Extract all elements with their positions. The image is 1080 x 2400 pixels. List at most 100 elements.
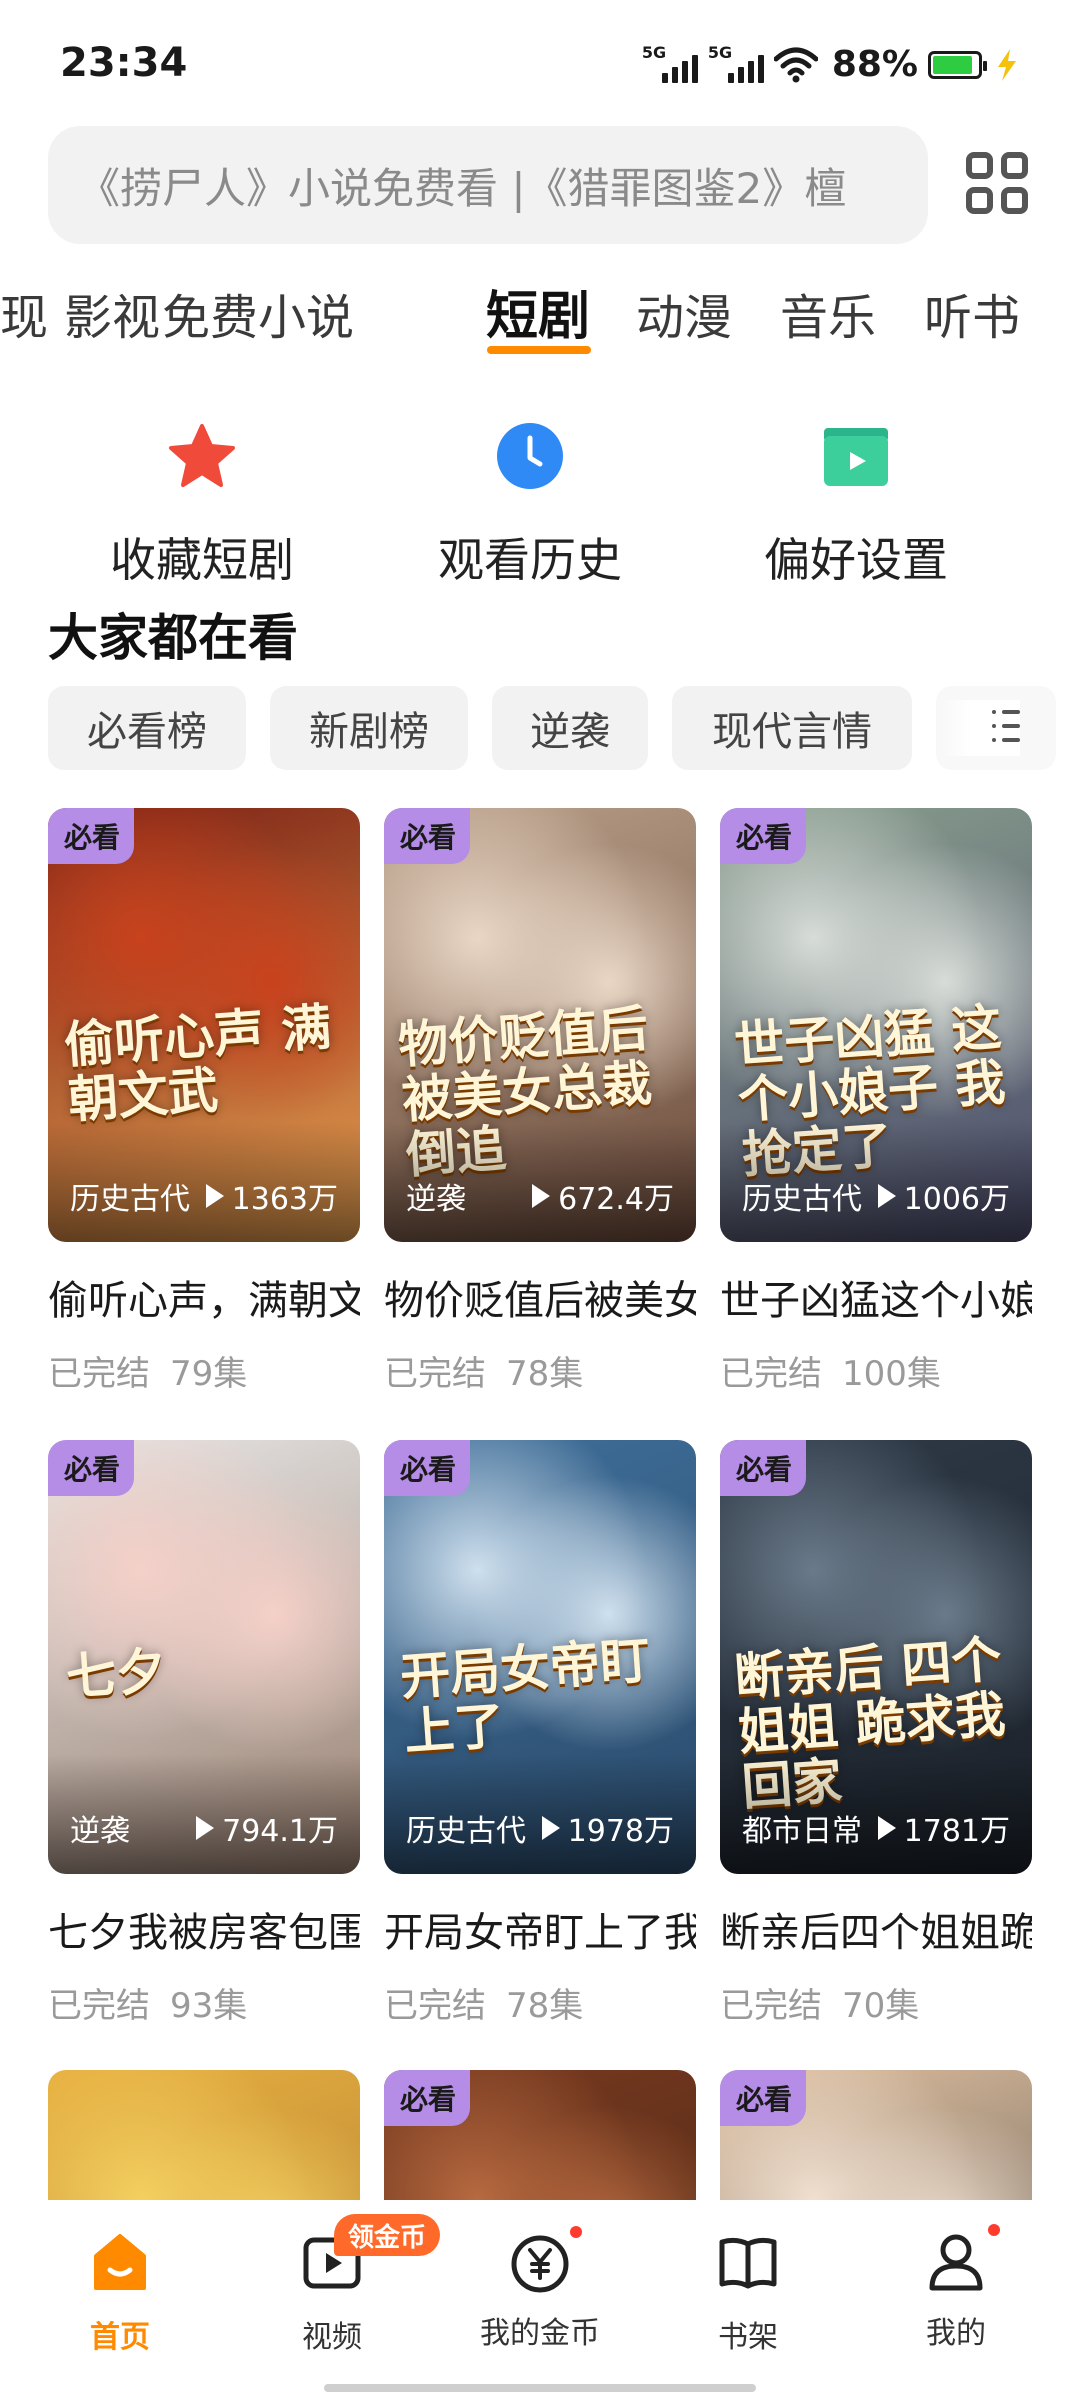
drama-card[interactable]: 开局女帝盯上了 必看 历史古代 1978万 开局女帝盯上了我 已完结 78集 (384, 1440, 696, 2027)
drama-meta: 已完结 100集 (720, 1346, 1032, 1395)
drama-poster[interactable]: 世子凶猛 这个小娘子 我抢定了 必看 历史古代 1006万 (720, 808, 1032, 1242)
drama-title[interactable]: 偷听心声，满朝文武 (48, 1268, 360, 1326)
tab-film-tv[interactable]: 影视 (64, 278, 160, 348)
nav-profile-label: 我的 (926, 2316, 986, 2351)
drama-poster[interactable]: 断亲后 四个姐姐 跪求我回家 必看 都市日常 1781万 (720, 1440, 1032, 1874)
genre-label: 历史古代 (742, 1182, 862, 1217)
category-tabs: 现 影视 免费小说 短剧 动漫 音乐 听书 (0, 270, 1080, 360)
status-time: 23:34 (60, 40, 188, 86)
nav-video-label: 视频 (302, 2320, 362, 2355)
play-icon (877, 1184, 896, 1208)
view-count: 794.1万 (196, 1806, 338, 1850)
genre-label: 历史古代 (70, 1182, 190, 1217)
must-watch-badge: 必看 (720, 808, 807, 864)
view-count: 672.4万 (532, 1174, 674, 1218)
drama-poster[interactable]: 七夕 必看 逆袭 794.1万 (48, 1440, 360, 1874)
drama-meta: 已完结 93集 (48, 1978, 360, 2027)
must-watch-badge: 必看 (48, 1440, 135, 1496)
drama-title[interactable]: 断亲后四个姐姐跪求我回家 (720, 1900, 1032, 1958)
drama-poster[interactable]: 物价贬值后 被美女总裁倒追 必看 逆袭 672.4万 (384, 808, 696, 1242)
profile-icon (924, 2224, 1000, 2294)
nav-profile[interactable]: 我的 (876, 2224, 1036, 2352)
drama-title[interactable]: 世子凶猛这个小娘子 (720, 1268, 1032, 1326)
drama-status: 已完结 (720, 1354, 822, 1394)
tab-free-novels[interactable]: 免费小说 (162, 278, 354, 348)
home-indicator[interactable] (324, 2384, 756, 2392)
drama-card[interactable]: 偷听心声 满朝文武 必看 历史古代 1363万 偷听心声，满朝文武 已完结 79集 (48, 808, 360, 1395)
view-count-value: 1363万 (231, 1182, 338, 1217)
preferences-label: 偏好设置 (764, 533, 948, 587)
drama-poster[interactable]: 偷听心声 满朝文武 必看 历史古代 1363万 (48, 808, 360, 1242)
view-count-value: 1781万 (903, 1814, 1010, 1849)
video-folder-icon (824, 428, 888, 486)
tab-short-drama[interactable]: 短剧 (486, 274, 590, 349)
drama-card[interactable]: 断亲后 四个姐姐 跪求我回家 必看 都市日常 1781万 断亲后四个姐姐跪求我回… (720, 1440, 1032, 2027)
drama-title[interactable]: 开局女帝盯上了我 (384, 1900, 696, 1958)
drama-card[interactable]: 世子凶猛 这个小娘子 我抢定了 必看 历史古代 1006万 世子凶猛这个小娘子 … (720, 808, 1032, 1395)
signal-icon: 5G (642, 43, 698, 83)
earn-coins-badge[interactable]: 领金币 (334, 2214, 441, 2256)
view-count: 1363万 (205, 1174, 338, 1218)
nav-my-coins[interactable]: 我的金币 (460, 2226, 620, 2352)
drama-episodes: 100集 (842, 1354, 941, 1394)
filter-chip[interactable]: 逆袭 (492, 686, 648, 770)
search-input[interactable]: 《捞尸人》小说免费看 |《猎罪图鉴2》檀 (48, 126, 928, 244)
tab-discover[interactable]: 现 (0, 278, 48, 348)
drama-meta: 已完结 78集 (384, 1346, 696, 1395)
drama-card[interactable]: 物价贬值后 被美女总裁倒追 必看 逆袭 672.4万 物价贬值后被美女总裁倒追 … (384, 808, 696, 1395)
tab-anime[interactable]: 动漫 (636, 278, 732, 348)
poster-title-art: 偷听心声 满朝文武 (62, 997, 334, 1130)
filter-chip[interactable]: 现代言情 (672, 686, 912, 770)
wifi-icon (773, 47, 818, 82)
must-watch-badge: 必看 (384, 1440, 471, 1496)
view-count-value: 672.4万 (558, 1182, 674, 1217)
play-icon (877, 1816, 896, 1840)
clock-icon (497, 423, 563, 489)
must-watch-badge: 必看 (720, 2070, 807, 2126)
favorites-label: 收藏短剧 (110, 533, 294, 587)
active-tab-indicator (487, 346, 591, 354)
tab-music[interactable]: 音乐 (780, 278, 876, 348)
bookshelf-icon (719, 2237, 777, 2289)
must-watch-badge: 必看 (720, 1440, 807, 1496)
drama-status: 已完结 (720, 1986, 822, 2026)
filter-menu-icon[interactable] (940, 700, 1020, 756)
notification-dot (988, 2224, 1000, 2236)
drama-episodes: 70集 (842, 1986, 920, 2026)
status-icons: 5G 5G 88% (642, 43, 1022, 85)
play-icon (196, 1816, 215, 1840)
watch-history-button[interactable]: 观看历史 (380, 420, 680, 590)
charging-icon (998, 48, 1016, 81)
genre-label: 历史古代 (406, 1814, 526, 1849)
poster-title-art: 七夕 (64, 1640, 169, 1707)
drama-status: 已完结 (384, 1986, 486, 2026)
drama-title[interactable]: 七夕我被房客包围了 (48, 1900, 360, 1958)
section-title: 大家都在看 (48, 609, 298, 667)
network-type-label: 5G (641, 42, 667, 62)
signal-icon: 5G (708, 43, 764, 83)
battery-icon (928, 50, 987, 79)
view-count-value: 794.1万 (222, 1814, 338, 1849)
nav-home[interactable]: 首页 (40, 2230, 200, 2356)
drama-card[interactable]: 七夕 必看 逆袭 794.1万 七夕我被房客包围了 已完结 93集 (48, 1440, 360, 2027)
favorites-button[interactable]: 收藏短剧 (52, 420, 352, 590)
play-icon (541, 1816, 560, 1840)
category-grid-icon[interactable] (966, 152, 1028, 214)
drama-title[interactable]: 物价贬值后被美女总裁倒追 (384, 1268, 696, 1326)
battery-percent: 88% (831, 44, 918, 85)
home-icon (94, 2234, 146, 2290)
play-icon (205, 1184, 224, 1208)
tab-audiobooks[interactable]: 听书 (924, 278, 1020, 348)
drama-episodes: 93集 (170, 1986, 248, 2026)
filter-chips: 必看榜 新剧榜 逆袭 现代言情 (48, 686, 1080, 770)
status-bar: 23:34 5G 5G 88% (0, 0, 1080, 130)
nav-bookshelf[interactable]: 书架 (668, 2230, 828, 2356)
preferences-button[interactable]: 偏好设置 (706, 420, 1006, 590)
nav-my-coins-label: 我的金币 (480, 2316, 600, 2351)
nav-bookshelf-label: 书架 (718, 2320, 778, 2355)
filter-chip[interactable]: 必看榜 (48, 686, 246, 770)
view-count: 1781万 (877, 1806, 1010, 1850)
filter-chip[interactable]: 新剧榜 (270, 686, 468, 770)
genre-label: 逆袭 (406, 1182, 466, 1217)
drama-poster[interactable]: 开局女帝盯上了 必看 历史古代 1978万 (384, 1440, 696, 1874)
